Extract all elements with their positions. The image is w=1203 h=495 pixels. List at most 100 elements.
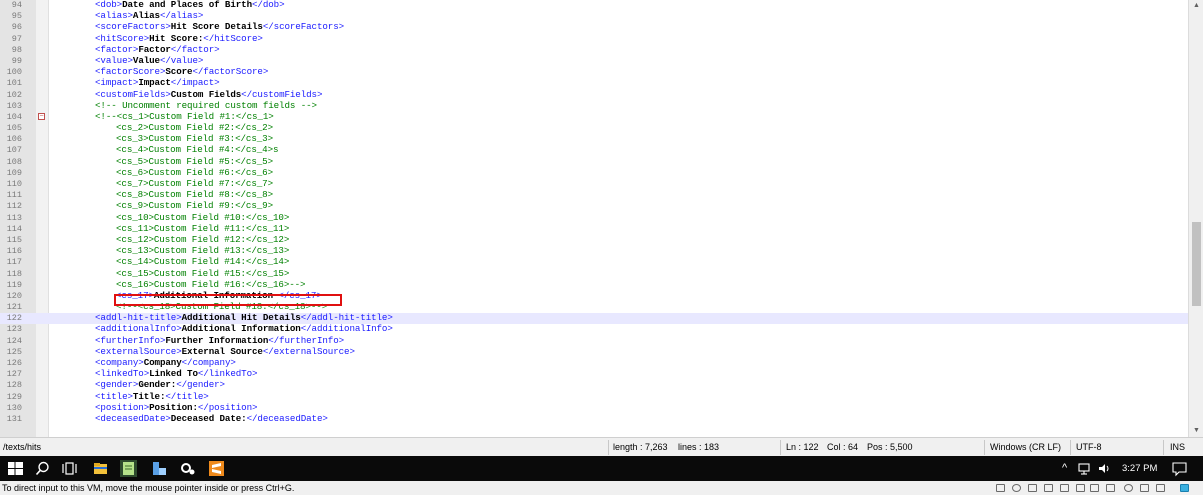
code-text: <hitScore>Hit Score:</hitScore>: [95, 33, 263, 45]
code-text: <factor>Factor</factor>: [95, 44, 220, 56]
xml-comment: <!-- Uncomment required custom fields --…: [95, 99, 317, 111]
vm-sound-icon[interactable]: [1076, 484, 1085, 492]
line-number: 95: [11, 11, 22, 22]
line-number: 117: [6, 257, 22, 268]
vm-network-icon[interactable]: [1044, 484, 1053, 492]
taskbar-clock[interactable]: 3:27 PM: [1122, 456, 1157, 481]
xml-text: Deceased Date:: [170, 412, 247, 424]
code-text: <cs_6>Custom Field #6:</cs_6>: [116, 167, 273, 179]
sublime-icon[interactable]: [208, 460, 225, 477]
file-explorer-icon[interactable]: [92, 460, 109, 477]
code-text: <cs_5>Custom Field #5:</cs_5>: [116, 156, 273, 168]
line-number: 126: [6, 358, 22, 368]
search-icon[interactable]: [34, 460, 51, 477]
line-number: 127: [6, 369, 22, 380]
fold-toggle-icon[interactable]: −: [38, 112, 45, 120]
xml-comment: <cs_2>Custom Field #2:</cs_2>: [116, 122, 273, 134]
line-number: 131: [6, 413, 22, 424]
status-lines: lines : 183: [678, 442, 720, 452]
vm-console-bar: To direct input to this VM, move the mou…: [0, 481, 1203, 495]
xml-tag: </dob>: [252, 0, 285, 10]
tray-chevron-icon[interactable]: ^: [1062, 456, 1067, 481]
xml-tag: </factor>: [170, 43, 220, 55]
line-number: 124: [6, 335, 22, 346]
xml-text: Alias: [132, 10, 160, 22]
xml-comment: <cs_15>Custom Field #15:</cs_15>: [116, 267, 290, 279]
code-lines[interactable]: 94 <dob>Date and Places of Birth</dob> 95 <…: [0, 0, 1188, 425]
xml-tag: <gender>: [95, 379, 139, 391]
code-text: <!-- Uncomment required custom fields --…: [95, 100, 317, 112]
windows-taskbar: ^ 3:27 PM: [0, 456, 1203, 481]
line-number: 105: [6, 123, 22, 134]
scroll-down-icon[interactable]: ▼: [1189, 425, 1203, 437]
vm-device-icon[interactable]: [1106, 484, 1115, 492]
xml-tag: <value>: [95, 54, 133, 66]
xml-tag: <title>: [95, 390, 133, 402]
code-text: <gender>Gender:</gender>: [95, 379, 225, 391]
xml-tag: </scoreFactors>: [262, 21, 345, 33]
xml-comment: <cs_8>Custom Field #8:</cs_8>: [116, 189, 273, 201]
vm-device-icon[interactable]: [1012, 484, 1021, 492]
xml-comment: <cs_6>Custom Field #6:</cs_6>: [116, 166, 273, 178]
scroll-up-icon[interactable]: ▲: [1189, 0, 1203, 12]
app-icon[interactable]: [151, 460, 168, 477]
xml-tag: <externalSource>: [95, 345, 182, 357]
code-text: <scoreFactors>Hit Score Details</scoreFa…: [95, 21, 344, 33]
xml-tag: <customFields>: [95, 88, 171, 100]
xml-tag: </furtherInfo>: [268, 334, 345, 346]
xml-comment: <cs_12>Custom Field #12:</cs_12>: [116, 233, 290, 245]
vm-device-icon[interactable]: [1090, 484, 1099, 492]
code-text: <cs_11>Custom Field #11:</cs_11>: [116, 223, 289, 235]
code-line[interactable]: 131 <deceasedDate>Deceased Date:</decease…: [0, 413, 1188, 425]
scrollbar-thumb[interactable]: [1192, 222, 1201, 306]
xml-tag: <hitScore>: [95, 32, 150, 44]
vm-device-icon[interactable]: [1124, 484, 1133, 492]
xml-text: Additional Hit Details: [181, 312, 301, 324]
code-text: <cs_13>Custom Field #13:</cs_13>: [116, 245, 289, 257]
line-number: 98: [11, 44, 22, 55]
xml-text: Impact: [138, 77, 171, 89]
code-text: <furtherInfo>Further Information</furthe…: [95, 335, 344, 347]
code-text: <customFields>Custom Fields</customField…: [95, 89, 322, 101]
xml-tag: <impact>: [95, 77, 139, 89]
xml-comment: <cs_13>Custom Field #13:</cs_13>: [116, 245, 290, 257]
vm-status-icon[interactable]: [1180, 484, 1189, 492]
notification-icon[interactable]: [1171, 460, 1188, 477]
line-number: 109: [6, 167, 22, 178]
xml-text: Custom Fields: [170, 88, 242, 100]
settings-gear-icon[interactable]: [179, 460, 196, 477]
xml-tag: </addl-hit-title>: [300, 312, 393, 324]
xml-tag: <deceasedDate>: [95, 412, 171, 424]
xml-tag: <dob>: [95, 0, 123, 10]
xml-tag: </linkedTo>: [197, 368, 258, 380]
vm-printer-icon[interactable]: [1060, 484, 1069, 492]
vm-network-icon[interactable]: [1028, 484, 1037, 492]
vertical-scrollbar[interactable]: ▲ ▼: [1188, 0, 1203, 437]
code-text: <cs_4>Custom Field #4:</cs_4>s: [116, 144, 279, 156]
xml-tag: </position>: [197, 401, 258, 413]
xml-tag: </deceasedDate>: [246, 412, 328, 424]
task-view-icon[interactable]: [61, 460, 78, 477]
line-number: 122: [6, 313, 22, 324]
volume-icon[interactable]: [1096, 460, 1113, 477]
status-bar: /texts/hits length : 7,263 lines : 183 L…: [0, 437, 1203, 457]
line-number: 107: [6, 145, 22, 156]
code-text: <cs_7>Custom Field #7:</cs_7>: [116, 178, 273, 190]
windows-start-icon[interactable]: [7, 460, 24, 477]
vm-device-icon[interactable]: [1140, 484, 1149, 492]
line-number: 106: [6, 134, 22, 145]
code-text: <alias>Alias</alias>: [95, 10, 203, 22]
xml-text: Company: [143, 357, 182, 368]
line-number: 115: [6, 234, 22, 245]
code-text: <linkedTo>Linked To</linkedTo>: [95, 368, 258, 380]
editor-pane[interactable]: 94 <dob>Date and Places of Birth</dob> 95 <…: [0, 0, 1188, 437]
line-number: 118: [6, 268, 22, 279]
network-icon[interactable]: [1077, 460, 1094, 477]
xml-text: Value: [132, 54, 160, 66]
vm-device-icon[interactable]: [1156, 484, 1165, 492]
line-number: 99: [11, 55, 22, 66]
xml-tag: <factorScore>: [95, 66, 166, 78]
code-text: <deceasedDate>Deceased Date:</deceasedDa…: [95, 413, 328, 425]
vm-device-icon[interactable]: [996, 484, 1005, 492]
notepad-plus-plus-icon[interactable]: [120, 460, 137, 477]
